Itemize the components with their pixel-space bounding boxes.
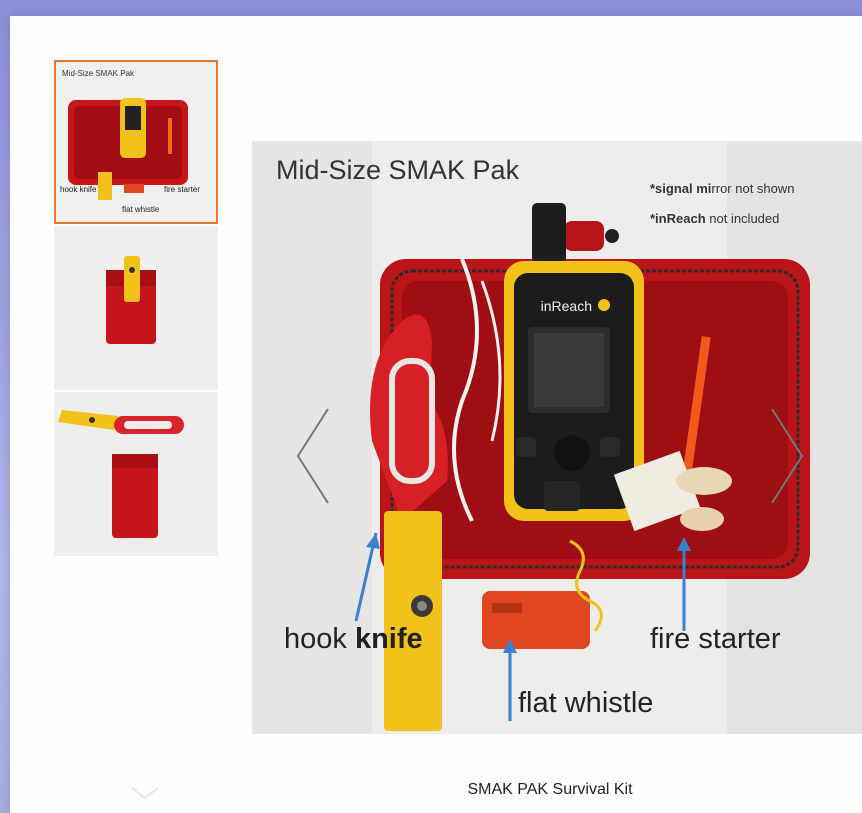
- svg-text:hook knife: hook knife: [60, 185, 97, 194]
- image-title: Mid-Size SMAK Pak: [276, 155, 520, 185]
- note-inreach: *inReach not included: [650, 211, 780, 226]
- next-image-button[interactable]: [764, 401, 814, 511]
- svg-text:inReach: inReach: [541, 298, 592, 314]
- main-product-image: inReach Mid-Size SMAK Pak *signal mirror…: [252, 141, 862, 734]
- thumbnail-1[interactable]: Mid-Size SMAK Pak hook knife fire starte…: [54, 60, 218, 224]
- chevron-down-icon[interactable]: [130, 786, 160, 800]
- label-fire-starter: fire starter: [650, 623, 781, 655]
- label-flat-whistle: flat whistle: [518, 687, 654, 719]
- thumbnail-2[interactable]: [54, 226, 218, 390]
- note-signal-mirror: *signal mirror not shown: [650, 181, 795, 196]
- label-hook-knife: hook knife: [284, 623, 423, 655]
- svg-text:Mid-Size SMAK Pak: Mid-Size SMAK Pak: [62, 69, 135, 78]
- svg-text:flat whistle: flat whistle: [122, 205, 160, 214]
- svg-text:fire starter: fire starter: [164, 185, 200, 194]
- product-name: SMAK PAK Survival Kit: [467, 781, 633, 798]
- prev-image-button[interactable]: [290, 401, 340, 511]
- thumbnail-3[interactable]: [54, 392, 218, 556]
- chevron-left-icon: [296, 408, 329, 504]
- chevron-right-icon: [771, 408, 804, 504]
